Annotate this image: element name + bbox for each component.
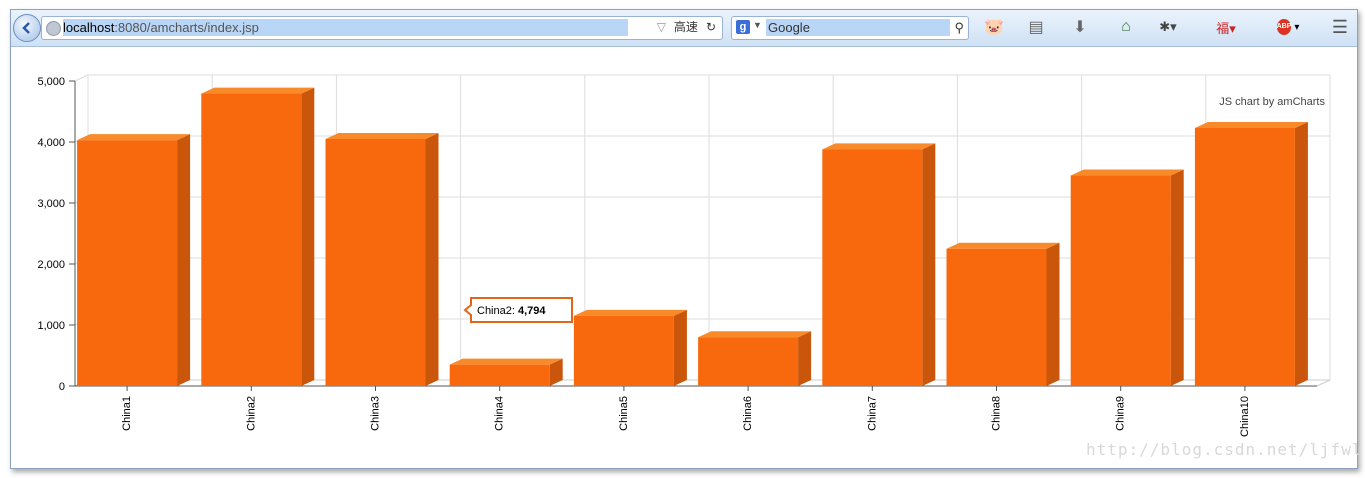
bar-chart: 0 1,000 2,000 3,000 4,000 5,000 China1 China2 Ch…: [37, 74, 1331, 437]
bar-side: [1046, 242, 1060, 386]
bar-top: [822, 143, 936, 150]
bar-top: [1070, 169, 1184, 176]
url-host: localhost: [63, 20, 115, 35]
bar-top: [77, 134, 191, 141]
bar-side: [177, 134, 191, 386]
y-tick-label: 1,000: [37, 320, 65, 332]
search-input[interactable]: Google: [766, 19, 950, 36]
bar-side: [1294, 121, 1308, 386]
addon-icon[interactable]: 🐷: [983, 16, 1005, 38]
x-tick-label: China6: [742, 396, 754, 431]
y-tick-label: 0: [59, 381, 65, 393]
x-tick-label: China9: [1115, 396, 1127, 431]
engine-dropdown-icon[interactable]: ▼: [753, 20, 762, 30]
dropdown-arrow-icon[interactable]: ▽: [657, 19, 666, 36]
menu-icon[interactable]: ☰: [1329, 16, 1351, 38]
x-tick-label: China8: [991, 396, 1003, 431]
x-tick-label: China7: [866, 396, 878, 431]
bar-side: [425, 132, 439, 386]
url-actions: ▽ 高速 ↻: [657, 19, 716, 36]
url-path: :8080/amcharts/index.jsp: [114, 20, 259, 35]
chart-credit: JS chart by amCharts: [1219, 96, 1325, 108]
tooltip-category: China2:: [477, 305, 518, 317]
x-tick-label: China10: [1239, 396, 1251, 437]
url-text[interactable]: localhost:8080/amcharts/index.jsp: [63, 19, 628, 36]
back-button[interactable]: [13, 14, 41, 42]
y-tick-label: 5,000: [37, 76, 65, 88]
x-tick-label: China2: [245, 396, 257, 431]
browser-toolbar: localhost:8080/amcharts/index.jsp ▽ 高速 ↻…: [11, 10, 1357, 47]
search-icon[interactable]: ⚲: [954, 20, 964, 36]
bar: [325, 138, 426, 386]
bar-top: [946, 242, 1060, 249]
back-arrow-icon: [22, 22, 30, 34]
bug-icon[interactable]: ✱▾: [1157, 16, 1179, 38]
fu-icon[interactable]: 福▾: [1215, 16, 1237, 38]
bar: [201, 93, 302, 386]
bar: [77, 140, 178, 386]
reload-icon[interactable]: ↻: [706, 19, 716, 36]
bar-top: [573, 309, 687, 316]
globe-icon: [46, 21, 61, 36]
google-icon[interactable]: g: [736, 20, 750, 34]
bar-top: [1194, 121, 1308, 128]
url-bar[interactable]: localhost:8080/amcharts/index.jsp ▽ 高速 ↻: [41, 16, 723, 40]
x-tick-label: China1: [121, 396, 133, 431]
bar-side: [301, 87, 315, 386]
watermark-text: http://blog.csdn.net/ljfwl: [1086, 440, 1363, 459]
download-icon[interactable]: ⬇: [1069, 16, 1091, 38]
speed-label[interactable]: 高速: [674, 19, 698, 36]
y-tick-label: 4,000: [37, 137, 65, 149]
bar-side: [1170, 169, 1184, 386]
bar-side: [922, 143, 936, 386]
bar: [1194, 127, 1295, 386]
bar: [698, 337, 799, 386]
bar: [1070, 175, 1171, 386]
browser-window: localhost:8080/amcharts/index.jsp ▽ 高速 ↻…: [10, 9, 1358, 469]
tooltip-text: China2: 4,794: [477, 305, 546, 317]
bar-side: [798, 331, 812, 386]
bar: [449, 364, 550, 386]
bar-top: [201, 87, 315, 94]
chart-area: 0 1,000 2,000 3,000 4,000 5,000 China1 China2 Ch…: [11, 47, 1357, 467]
bar: [946, 248, 1047, 386]
bar: [573, 315, 674, 386]
bar-top: [325, 132, 439, 139]
bar: [822, 149, 923, 386]
x-tick-label: China5: [618, 396, 630, 431]
x-tick-label: China4: [494, 396, 506, 431]
tooltip-value: 4,794: [518, 305, 546, 317]
search-bar[interactable]: g ▼ Google ⚲: [731, 16, 969, 40]
abp-icon[interactable]: ABP ▾: [1276, 16, 1299, 38]
y-tick-label: 3,000: [37, 198, 65, 210]
home-icon[interactable]: ⌂: [1115, 16, 1137, 38]
gridline-side: [74, 74, 89, 82]
list-icon[interactable]: ▤: [1025, 16, 1047, 38]
bar-top: [449, 358, 563, 365]
bar-side: [673, 309, 687, 386]
bar-top: [698, 331, 812, 338]
x-tick-label: China3: [370, 396, 382, 431]
y-tick-label: 2,000: [37, 259, 65, 271]
